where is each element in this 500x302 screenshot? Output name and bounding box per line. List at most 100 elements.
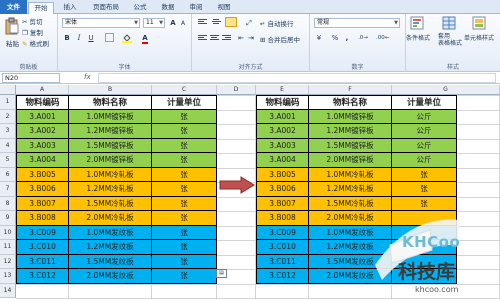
row-header-12[interactable]: 12 <box>0 254 16 269</box>
align-right-icon[interactable] <box>222 35 231 42</box>
right-table-cell[interactable]: 3.C011 <box>256 254 309 269</box>
column-header-a[interactable]: A <box>16 85 69 95</box>
wrap-text-button[interactable]: ↵ 自动换行 <box>260 18 294 28</box>
left-table-cell[interactable]: 张 <box>152 124 217 139</box>
align-left-icon[interactable] <box>198 35 207 42</box>
left-table-cell[interactable]: 张 <box>152 240 217 255</box>
left-table-cell[interactable]: 3.C010 <box>16 240 69 255</box>
cut-button[interactable]: ✂ 剪切 <box>22 16 43 26</box>
right-table-cell[interactable]: 3.C012 <box>256 269 309 284</box>
column-header-b[interactable]: B <box>69 85 152 95</box>
left-table-cell[interactable]: 1.0MM镀锌板 <box>69 109 152 124</box>
left-table-cell[interactable]: 2.0MM冷轧板 <box>69 211 152 226</box>
tab-file[interactable]: 文件 <box>0 0 27 14</box>
left-table-cell[interactable]: 3.C009 <box>16 225 69 240</box>
right-table-cell[interactable]: 3.A003 <box>256 138 309 153</box>
row-header-8[interactable]: 8 <box>0 196 16 211</box>
left-table-cell[interactable]: 张 <box>152 138 217 153</box>
row-header-1[interactable]: 1 <box>0 95 16 110</box>
underline-button[interactable]: U <box>86 33 96 43</box>
row-header-4[interactable]: 4 <box>0 138 16 153</box>
tab-review[interactable]: 审阅 <box>186 2 206 14</box>
currency-button[interactable]: ¥ <box>314 33 324 43</box>
left-table-cell[interactable]: 1.5MM发纹板 <box>69 254 152 269</box>
right-table-cell[interactable]: 3.B005 <box>256 167 309 182</box>
increase-indent-button[interactable]: ⇥ <box>246 33 256 43</box>
right-table-cell[interactable]: 1.2MM冷轧板 <box>309 182 392 197</box>
right-header-cell[interactable]: 计量单位 <box>392 95 457 110</box>
right-table-cell[interactable]: 3.A001 <box>256 109 309 124</box>
left-table-cell[interactable]: 2.0MM发纹板 <box>69 269 152 284</box>
left-table-cell[interactable]: 张 <box>152 109 217 124</box>
left-table-cell[interactable]: 1.2MM发纹板 <box>69 240 152 255</box>
right-table-cell[interactable]: 1.0MM镀锌板 <box>309 109 392 124</box>
left-header-cell[interactable]: 物料编码 <box>16 95 69 110</box>
tab-view[interactable]: 视图 <box>214 2 234 14</box>
left-table-cell[interactable]: 张 <box>152 167 217 182</box>
copy-button[interactable]: ❐ 复制 <box>22 27 43 37</box>
increase-decimal-button[interactable]: .0→ <box>358 33 368 43</box>
conditional-format-button[interactable] <box>410 16 424 32</box>
left-table-cell[interactable]: 1.0MM冷轧板 <box>69 167 152 182</box>
percent-button[interactable]: % <box>330 33 340 43</box>
row-header-14[interactable]: 14 <box>0 283 16 298</box>
shrink-font-button[interactable]: A <box>178 19 188 29</box>
tab-page-layout[interactable]: 页面布局 <box>88 2 124 14</box>
align-center-icon[interactable] <box>210 35 219 42</box>
select-all-corner[interactable] <box>0 85 16 95</box>
left-table-cell[interactable]: 1.2MM冷轧板 <box>69 182 152 197</box>
paste-button[interactable] <box>4 17 20 37</box>
row-header-13[interactable]: 13 <box>0 269 16 284</box>
tab-insert[interactable]: 插入 <box>60 2 80 14</box>
cell-styles-button[interactable] <box>472 16 486 32</box>
row-header-6[interactable]: 6 <box>0 167 16 182</box>
right-table-cell[interactable]: 3.C009 <box>256 225 309 240</box>
tab-home[interactable]: 开始 <box>28 2 54 14</box>
align-bottom-button[interactable] <box>225 17 237 27</box>
right-table-cell[interactable]: 公斤 <box>392 138 457 153</box>
left-table-cell[interactable]: 3.B006 <box>16 182 69 197</box>
align-middle-icon[interactable] <box>212 19 221 26</box>
right-header-cell[interactable]: 物料编码 <box>256 95 309 110</box>
row-header-3[interactable]: 3 <box>0 124 16 139</box>
name-box[interactable]: N20 <box>2 73 60 83</box>
align-top-icon[interactable] <box>198 19 207 26</box>
right-table-cell[interactable]: 公斤 <box>392 109 457 124</box>
font-size-select[interactable]: 11 ▼ <box>143 18 165 28</box>
left-table-cell[interactable]: 1.5MM镀锌板 <box>69 138 152 153</box>
right-table-cell[interactable]: 3.B007 <box>256 196 309 211</box>
left-table-cell[interactable]: 3.A003 <box>16 138 69 153</box>
right-table-cell[interactable]: 2.0MM镀锌板 <box>309 153 392 168</box>
right-table-cell[interactable]: 3.A002 <box>256 124 309 139</box>
left-table-cell[interactable]: 1.2MM镀锌板 <box>69 124 152 139</box>
right-table-cell[interactable]: 张 <box>392 167 457 182</box>
tab-data[interactable]: 数据 <box>158 2 178 14</box>
left-table-cell[interactable]: 1.5MM冷轧板 <box>69 196 152 211</box>
italic-button[interactable]: I <box>74 33 84 43</box>
fill-color-button[interactable] <box>122 33 132 43</box>
grow-font-button[interactable]: A <box>168 18 178 28</box>
right-table-cell[interactable]: 公斤 <box>392 153 457 168</box>
right-table-cell[interactable]: 3.A004 <box>256 153 309 168</box>
tab-formulas[interactable]: 公式 <box>130 2 150 14</box>
format-as-table-button[interactable] <box>442 16 456 32</box>
column-header-f[interactable]: F <box>309 85 392 95</box>
right-table-cell[interactable]: 1.5MM镀锌板 <box>309 138 392 153</box>
left-table-cell[interactable]: 张 <box>152 225 217 240</box>
left-table-cell[interactable]: 3.A002 <box>16 124 69 139</box>
formula-input[interactable] <box>98 73 496 83</box>
column-header-g[interactable]: G <box>392 85 500 95</box>
comma-button[interactable]: , <box>342 33 352 43</box>
left-table-cell[interactable]: 3.B008 <box>16 211 69 226</box>
column-header-d[interactable]: D <box>217 85 256 95</box>
decrease-decimal-button[interactable]: .00← <box>376 33 389 43</box>
row-header-11[interactable]: 11 <box>0 240 16 255</box>
row-header-5[interactable]: 5 <box>0 153 16 168</box>
right-table-cell[interactable]: 1.2MM镀锌板 <box>309 124 392 139</box>
left-table-cell[interactable]: 张 <box>152 182 217 197</box>
left-table-cell[interactable]: 3.A001 <box>16 109 69 124</box>
insert-function-button[interactable]: fx <box>84 73 91 81</box>
font-color-button[interactable]: A <box>140 33 150 44</box>
left-table-cell[interactable]: 1.0MM发纹板 <box>69 225 152 240</box>
right-table-cell[interactable]: 3.B008 <box>256 211 309 226</box>
